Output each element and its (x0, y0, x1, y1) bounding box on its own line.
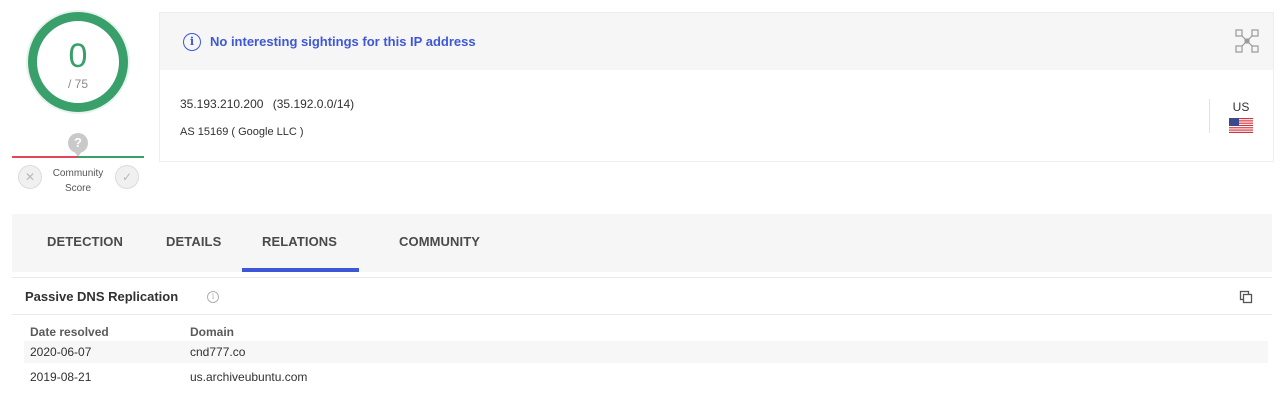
report-tabs: DETECTION DETAILS RELATIONS COMMUNITY (12, 214, 1272, 272)
column-header-domain: Domain (190, 325, 235, 339)
engine-total: / 75 (67, 77, 88, 91)
table-row: 2020-06-07 cnd777.co (24, 341, 1268, 363)
qr-code-icon[interactable] (1235, 29, 1259, 53)
detection-score-widget: 0 / 75 ? ✕ Community Score ✓ (12, 8, 144, 198)
row-domain-link[interactable]: cnd777.co (190, 345, 245, 359)
ip-summary-card: i No interesting sightings for this IP a… (159, 12, 1274, 162)
vote-malicious-button[interactable]: ✕ (18, 165, 42, 189)
table-row: 2019-08-21 us.archiveubuntu.com (24, 366, 1268, 388)
community-score-bar (12, 156, 144, 158)
active-tab-indicator (242, 268, 359, 272)
section-divider (12, 277, 1272, 278)
tab-detection[interactable]: DETECTION (47, 234, 123, 249)
row-date-resolved: 2020-06-07 (30, 345, 92, 359)
passive-dns-info-icon[interactable]: i (207, 291, 219, 303)
column-header-date-resolved: Date resolved (30, 325, 109, 339)
sightings-message: No interesting sightings for this IP add… (210, 34, 476, 49)
tab-details[interactable]: DETAILS (166, 234, 221, 249)
passive-dns-title: Passive DNS Replication (25, 289, 179, 304)
ip-address[interactable]: 35.193.210.200 (180, 97, 263, 111)
tab-relations[interactable]: RELATIONS (262, 234, 337, 249)
row-date-resolved: 2019-08-21 (30, 370, 92, 384)
country-code: US (1232, 100, 1250, 114)
ip-address-line: 35.193.210.200 (35.192.0.0/14) (180, 97, 360, 111)
row-domain-link[interactable]: us.archiveubuntu.com (190, 370, 307, 384)
tab-community[interactable]: COMMUNITY (399, 234, 480, 249)
detection-score-ring: 0 / 75 (28, 12, 128, 112)
community-score-label-line2: Score (64, 183, 92, 194)
autonomous-system-owner[interactable]: AS 15169 ( Google LLC ) (180, 126, 304, 138)
us-flag-icon (1229, 118, 1253, 133)
community-score-label-line1: Community (52, 168, 104, 179)
community-score-bar-malicious (12, 156, 78, 158)
detection-count: 0 (68, 37, 88, 75)
section-header-divider (12, 314, 1272, 315)
community-score-unknown-icon: ? (68, 133, 88, 157)
copy-icon[interactable] (1239, 290, 1253, 304)
sightings-banner: i No interesting sightings for this IP a… (160, 13, 1273, 70)
community-score-label: Community Score (44, 166, 112, 196)
country-divider (1209, 99, 1210, 133)
ip-range[interactable]: (35.192.0.0/14) (273, 97, 354, 111)
info-icon: i (183, 33, 201, 51)
vote-harmless-button[interactable]: ✓ (115, 165, 139, 189)
community-score-bar-harmless (78, 156, 144, 158)
